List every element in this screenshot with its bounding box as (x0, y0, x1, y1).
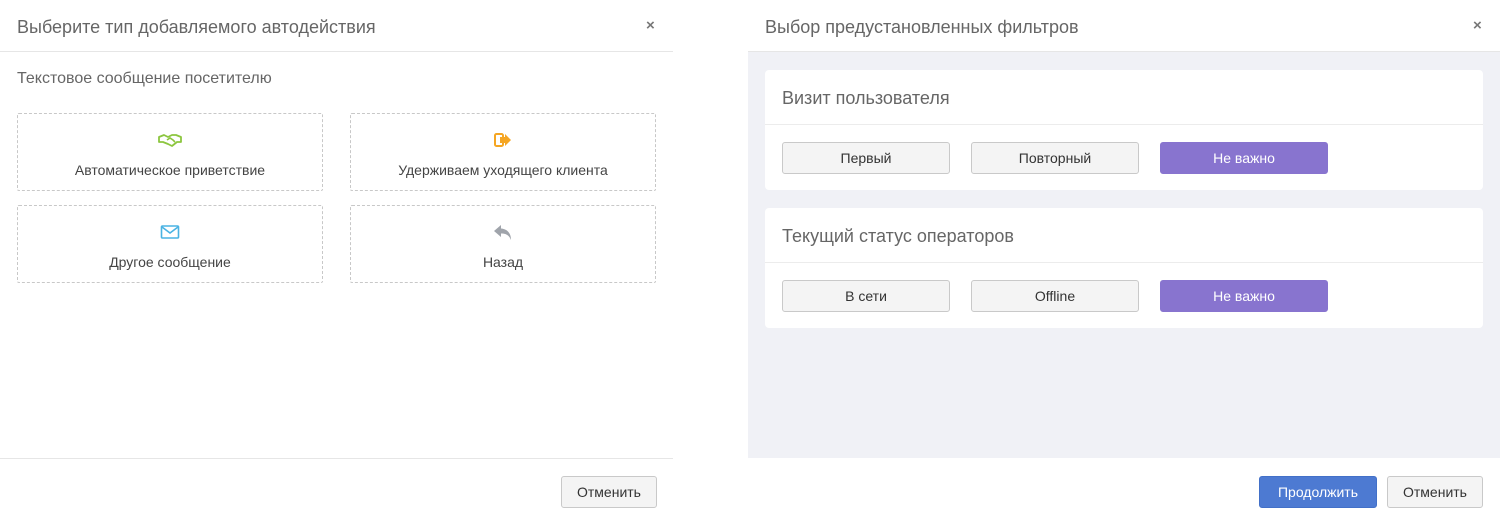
cancel-button[interactable]: Отменить (561, 476, 657, 508)
visit-any-button[interactable]: Не важно (1160, 142, 1328, 174)
tile-label: Другое сообщение (109, 254, 231, 270)
close-icon[interactable]: × (646, 18, 655, 33)
user-visit-filter: Визит пользователя Первый Повторный Не в… (765, 70, 1483, 190)
status-any-button[interactable]: Не важно (1160, 280, 1328, 312)
dialog-header: Выбор предустановленных фильтров × (748, 0, 1500, 52)
section-title: Текстовое сообщение посетителю (17, 70, 272, 87)
tile-label: Автоматическое приветствие (74, 162, 266, 178)
dialog-header: Выберите тип добавляемого автодействия × (0, 0, 673, 52)
visit-first-button[interactable]: Первый (782, 142, 950, 174)
filter-title: Текущий статус операторов (782, 226, 1014, 246)
footer-divider (0, 458, 673, 459)
operator-status-filter: Текущий статус операторов В сети Offline… (765, 208, 1483, 328)
dialog-title: Выбор предустановленных фильтров (765, 17, 1079, 37)
handshake-icon (18, 132, 322, 150)
visit-repeat-button[interactable]: Повторный (971, 142, 1139, 174)
divider (765, 262, 1483, 263)
auto-greeting-option[interactable]: Автоматическое приветствие (17, 113, 323, 191)
back-option[interactable]: Назад (350, 205, 656, 283)
retain-leaving-client-option[interactable]: Удерживаем уходящего клиента (350, 113, 656, 191)
status-online-button[interactable]: В сети (782, 280, 950, 312)
reply-icon (351, 224, 655, 242)
other-message-option[interactable]: Другое сообщение (17, 205, 323, 283)
tile-label: Удерживаем уходящего клиента (398, 162, 608, 178)
filter-title: Визит пользователя (782, 88, 950, 108)
dialog-title: Выберите тип добавляемого автодействия (17, 17, 376, 37)
status-offline-button[interactable]: Offline (971, 280, 1139, 312)
divider (765, 124, 1483, 125)
close-icon[interactable]: × (1473, 18, 1482, 33)
tile-label: Назад (482, 254, 524, 270)
envelope-icon (18, 224, 322, 242)
continue-button[interactable]: Продолжить (1259, 476, 1377, 508)
sign-out-icon (351, 132, 655, 150)
auto-action-type-dialog: Выберите тип добавляемого автодействия ×… (0, 0, 673, 525)
cancel-button[interactable]: Отменить (1387, 476, 1483, 508)
